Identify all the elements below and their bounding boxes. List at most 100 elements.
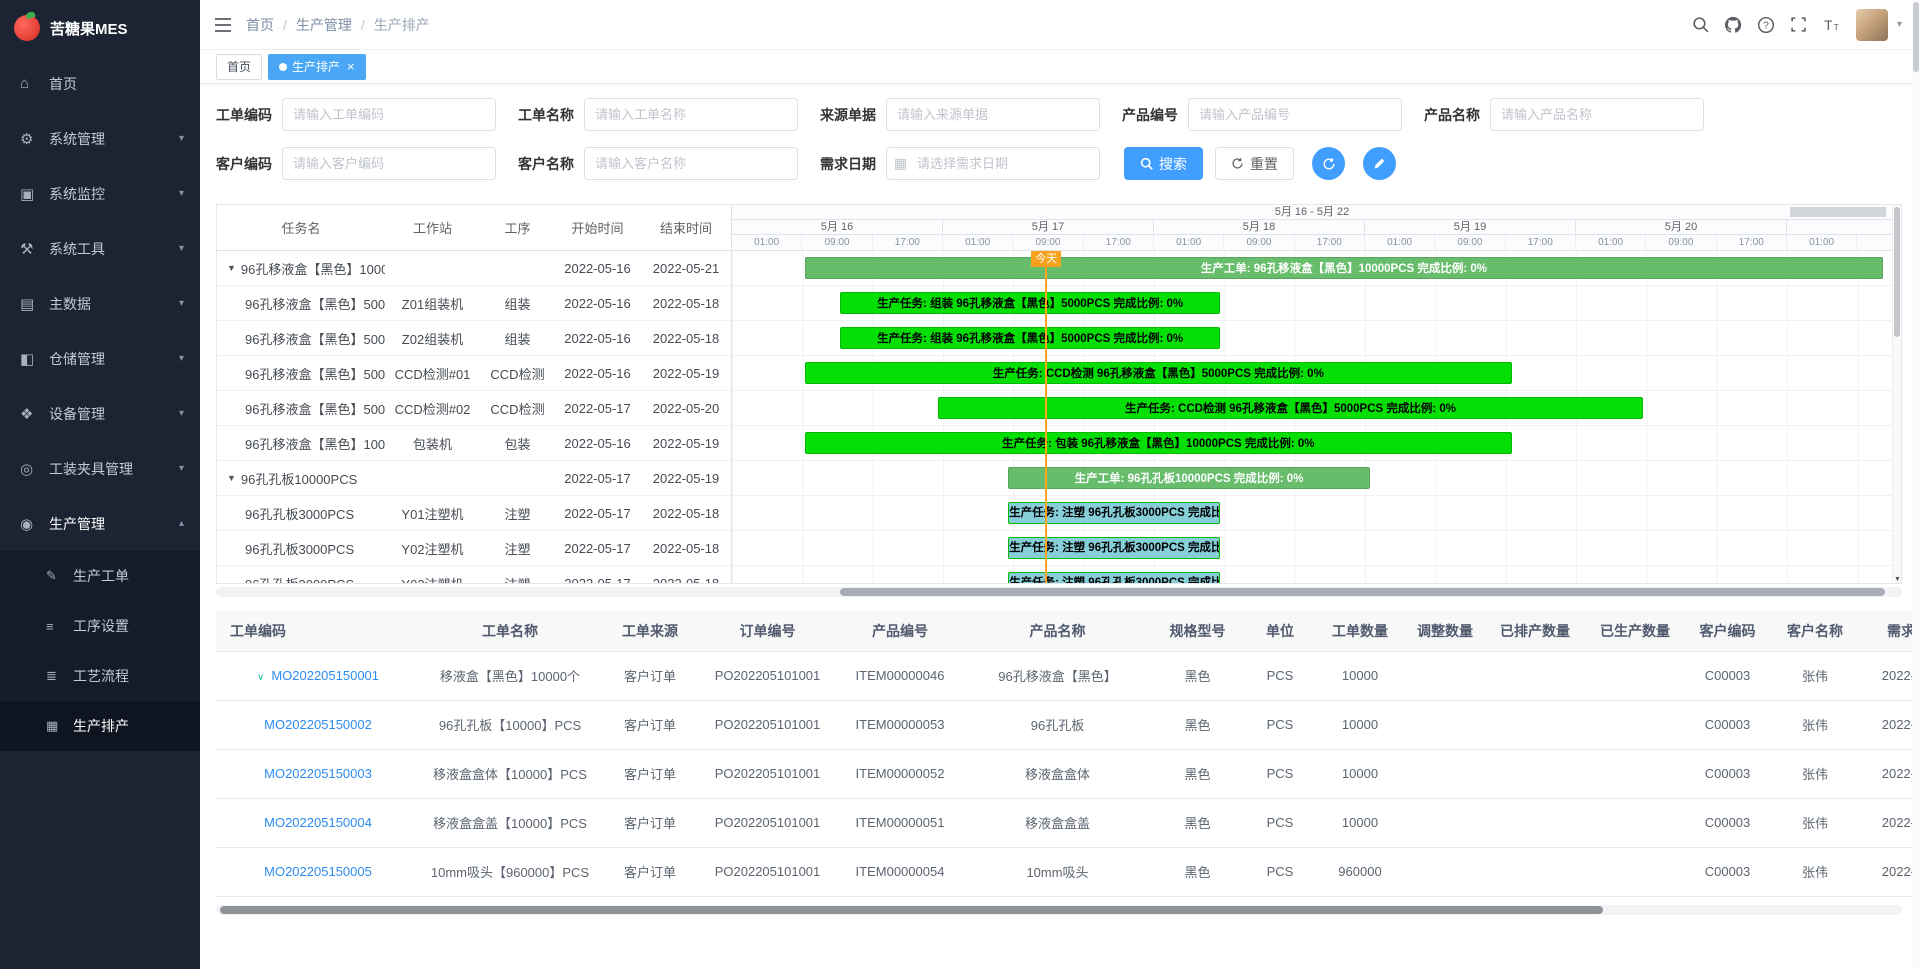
collapse-sidebar-icon[interactable] [214, 17, 232, 33]
fullscreen-icon[interactable] [1790, 16, 1807, 33]
table-row[interactable]: MO20220515000296孔孔板【10000】PCS客户订单PO20220… [216, 700, 1920, 749]
work-order-link[interactable]: MO202205150002 [264, 717, 372, 732]
avatar[interactable] [1856, 9, 1888, 41]
gantt-task-row[interactable]: 96孔孔板3000PCSY03注塑机注塑2022-05-172022-05-18 [217, 566, 731, 583]
gantt-task-row[interactable]: 96孔孔板3000PCSY02注塑机注塑2022-05-172022-05-18 [217, 531, 731, 566]
sidebar-item-system-tools[interactable]: ⚒系统工具▾ [0, 221, 200, 276]
gantt-task-row[interactable]: 96孔孔板3000PCSY01注塑机注塑2022-05-172022-05-18 [217, 496, 731, 531]
filter-input-work-order-name[interactable] [584, 98, 798, 131]
gantt-bar-task[interactable]: 生产任务: 组装 96孔移液盒【黑色】5000PCS 完成比例: 0% [840, 327, 1220, 349]
gantt-bar-label: 生产任务: 注塑 96孔孔板3000PCS 完成比例: 0% [1009, 503, 1219, 523]
gantt-bar-task[interactable]: 生产任务: 包装 96孔移液盒【黑色】10000PCS 完成比例: 0% [805, 432, 1511, 454]
chevron-down-icon[interactable]: ▾ [1897, 19, 1902, 30]
scrollbar-down-arrow[interactable]: ▼ [1893, 576, 1902, 583]
table-row[interactable]: MO202205150003移液盒盒体【10000】PCS客户订单PO20220… [216, 749, 1920, 798]
gantt-bar-work-order[interactable]: 生产工单: 96孔孔板10000PCS 完成比例: 0% [1008, 467, 1370, 489]
sidebar-item-label: 系统工具 [49, 239, 179, 259]
gantt-hour-header: 01:00 [732, 235, 802, 250]
sidebar-item-process-settings[interactable]: ≡工序设置 [0, 601, 200, 651]
gantt-bar-task[interactable]: 生产任务: 注塑 96孔孔板3000PCS 完成比例: 0% [1008, 502, 1220, 524]
gantt-task-row[interactable]: 96孔移液盒【黑色】5000PCSZ01组装机组装2022-05-162022-… [217, 286, 731, 321]
table-row[interactable]: ∨MO202205150001移液盒【黑色】10000个客户订单PO202205… [216, 651, 1920, 700]
work-order-link[interactable]: MO202205150004 [264, 815, 372, 830]
breadcrumb-item[interactable]: 生产管理 [296, 15, 352, 35]
gantt-bar-work-order[interactable]: 生产工单: 96孔移液盒【黑色】10000PCS 完成比例: 0% [805, 257, 1883, 279]
table-row[interactable]: MO202205150004移液盒盒盖【10000】PCS客户订单PO20220… [216, 798, 1920, 847]
table-column-header: 调整数量 [1405, 611, 1485, 651]
reset-button[interactable]: 重置 [1215, 147, 1294, 180]
gantt-task-row[interactable]: 96孔移液盒【黑色】10000PCS包装机包装2022-05-162022-05… [217, 426, 731, 461]
gantt-horizontal-scrollbar[interactable] [216, 587, 1902, 597]
filter-input-source-doc[interactable] [886, 98, 1100, 131]
table-cell [1485, 651, 1585, 700]
sidebar-item-home[interactable]: ⌂首页 [0, 56, 200, 111]
tab-生产排产[interactable]: 生产排产× [268, 54, 366, 80]
scrollbar-thumb[interactable] [1913, 2, 1919, 72]
sidebar-item-process-flow[interactable]: ≣工艺流程 [0, 651, 200, 701]
gantt-bar-task[interactable]: 生产任务: 注塑 96孔孔板3000PCS 完成比例: 0% [1008, 572, 1220, 583]
scrollbar-thumb[interactable] [220, 906, 1603, 914]
gantt-bar-task[interactable]: 生产任务: CCD检测 96孔移液盒【黑色】5000PCS 完成比例: 0% [938, 397, 1642, 419]
gantt-chart-row: 生产任务: 包装 96孔移液盒【黑色】10000PCS 完成比例: 0% [732, 426, 1892, 461]
work-order-link[interactable]: MO202205150001 [271, 668, 379, 683]
sidebar-item-fixture[interactable]: ◎工装夹具管理▾ [0, 441, 200, 496]
sidebar-item-system-mgmt[interactable]: ⚙系统管理▾ [0, 111, 200, 166]
tab-首页[interactable]: 首页 [216, 54, 262, 80]
edit-columns-button[interactable] [1363, 147, 1396, 180]
sidebar-item-equipment[interactable]: ❖设备管理▾ [0, 386, 200, 441]
scrollbar-thumb[interactable] [840, 588, 1885, 596]
table-horizontal-scrollbar[interactable] [216, 905, 1902, 915]
collapse-caret-icon[interactable]: ▼ [227, 473, 236, 483]
filter-input-customer-code[interactable] [282, 147, 496, 180]
sidebar-item-system-monitor[interactable]: ▣系统监控▾ [0, 166, 200, 221]
page-vertical-scrollbar[interactable] [1912, 0, 1920, 969]
sidebar-item-production[interactable]: ◉生产管理▴ [0, 496, 200, 551]
task-end-date: 2022-05-19 [640, 366, 731, 381]
font-size-icon[interactable]: TT [1822, 16, 1841, 33]
gantt-task-row[interactable]: 96孔移液盒【黑色】5000PCSZ02组装机组装2022-05-162022-… [217, 321, 731, 356]
table-row[interactable]: MO20220515000510mm吸头【960000】PCS客户订单PO202… [216, 847, 1920, 896]
table-cell: C00003 [1685, 798, 1770, 847]
close-icon[interactable]: × [347, 59, 355, 74]
row-expand-caret-icon[interactable]: ∨ [257, 672, 264, 683]
sidebar-item-scheduling[interactable]: ▦生产排产 [0, 701, 200, 751]
sidebar-item-work-order[interactable]: ✎生产工单 [0, 551, 200, 601]
gantt-task-row[interactable]: 96孔移液盒【黑色】5000PCSCCD检测#02CCD检测2022-05-17… [217, 391, 731, 426]
gantt-hour-header: 17:00 [1506, 235, 1576, 250]
gantt-task-row[interactable]: ▼96孔孔板10000PCS2022-05-172022-05-19 [217, 461, 731, 496]
search-icon[interactable] [1692, 16, 1709, 33]
filter-input-work-order-code[interactable] [282, 98, 496, 131]
scrollbar-thumb[interactable] [1894, 207, 1900, 337]
table-cell: 张伟 [1770, 749, 1860, 798]
filter-input-customer-name[interactable] [584, 147, 798, 180]
github-icon[interactable] [1724, 16, 1742, 34]
gantt-chart-row: 生产任务: CCD检测 96孔移液盒【黑色】5000PCS 完成比例: 0% [732, 391, 1892, 426]
table-cell: 客户订单 [600, 847, 700, 896]
sidebar-item-warehouse[interactable]: ◧仓储管理▾ [0, 331, 200, 386]
filter-input-demand-date[interactable] [886, 147, 1100, 180]
gantt-bar-task[interactable]: 生产任务: 注塑 96孔孔板3000PCS 完成比例: 0% [1008, 537, 1220, 559]
gantt-vertical-scrollbar[interactable]: ▼ [1892, 205, 1901, 583]
filter-label: 产品名称 [1424, 105, 1480, 125]
filter-input-product-name[interactable] [1490, 98, 1704, 131]
gantt-bar-task[interactable]: 生产任务: 组装 96孔移液盒【黑色】5000PCS 完成比例: 0% [840, 292, 1220, 314]
gantt-chart-row: 生产任务: 组装 96孔移液盒【黑色】5000PCS 完成比例: 0% [732, 321, 1892, 356]
sidebar-item-master-data[interactable]: ▤主数据▾ [0, 276, 200, 331]
table-cell: 10000 [1315, 651, 1405, 700]
cell-work-order-code: MO202205150005 [216, 847, 420, 896]
gantt-task-row[interactable]: ▼96孔移液盒【黑色】10000PCS2022-05-162022-05-21 [217, 251, 731, 286]
breadcrumb-item[interactable]: 首页 [246, 15, 274, 35]
gantt-task-row[interactable]: 96孔移液盒【黑色】5000PCSCCD检测#01CCD检测2022-05-16… [217, 356, 731, 391]
gantt-bar-task[interactable]: 生产任务: CCD检测 96孔移液盒【黑色】5000PCS 完成比例: 0% [805, 362, 1511, 384]
refresh-button[interactable] [1312, 147, 1345, 180]
work-order-link[interactable]: MO202205150003 [264, 766, 372, 781]
app-logo[interactable]: 苦糖果MES [0, 0, 200, 56]
table-cell: PO202205101001 [700, 798, 835, 847]
sidebar-menu: ⌂首页⚙系统管理▾▣系统监控▾⚒系统工具▾▤主数据▾◧仓储管理▾❖设备管理▾◎工… [0, 56, 200, 751]
task-start-date: 2022-05-17 [555, 506, 640, 521]
help-icon[interactable]: ? [1757, 16, 1775, 34]
search-button[interactable]: 搜索 [1124, 147, 1203, 180]
work-order-link[interactable]: MO202205150005 [264, 864, 372, 879]
filter-input-product-code[interactable] [1188, 98, 1402, 131]
collapse-caret-icon[interactable]: ▼ [227, 263, 236, 273]
